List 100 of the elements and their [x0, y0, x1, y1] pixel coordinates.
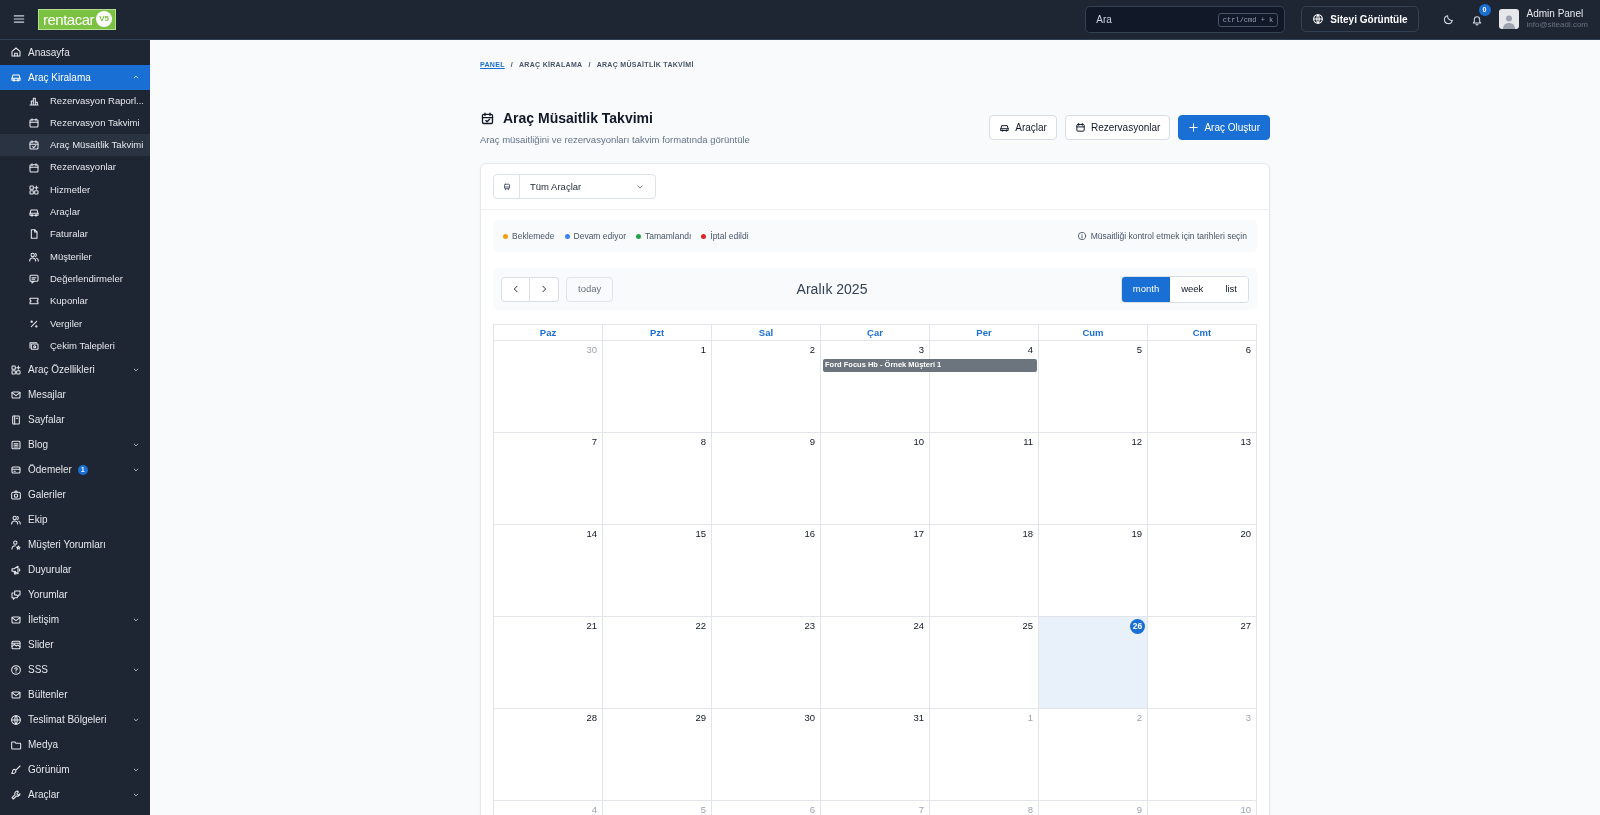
theme-toggle-button[interactable]	[1442, 13, 1455, 26]
sidebar-subitem[interactable]: Rezervasyon Takvimi	[0, 111, 150, 135]
sidebar-item[interactable]: Blog	[0, 432, 150, 458]
sidebar-subitem[interactable]: Değerlendirmeler	[0, 267, 150, 291]
today-button[interactable]: today	[566, 276, 614, 302]
sidebar-subitem[interactable]: Rezervasyonlar	[0, 156, 150, 179]
day-cell[interactable]: 29	[603, 709, 712, 802]
people-icon	[10, 513, 22, 526]
sidebar-item[interactable]: Araç Özellikleri	[0, 357, 150, 383]
day-cell[interactable]: 13	[1148, 433, 1257, 526]
day-number: 27	[1240, 620, 1251, 632]
action-button[interactable]: Araç Oluştur	[1178, 115, 1270, 141]
avatar[interactable]	[1498, 9, 1519, 30]
day-cell[interactable]: 18	[930, 525, 1039, 618]
sidebar-subitem[interactable]: Faturalar	[0, 223, 150, 246]
weekday-header: Per	[930, 324, 1039, 342]
bell-icon[interactable]	[1470, 14, 1483, 27]
chevron-icon	[132, 665, 140, 674]
sidebar-item[interactable]: Slider	[0, 632, 150, 658]
sidebar-item[interactable]: Yorumlar	[0, 582, 150, 608]
day-cell[interactable]: 16	[712, 525, 821, 618]
day-number: 6	[1245, 344, 1251, 356]
sidebar-item[interactable]: SSS	[0, 657, 150, 683]
day-number: 9	[1136, 804, 1142, 815]
help-icon	[10, 663, 22, 676]
day-cell[interactable]: 31	[821, 709, 930, 802]
sidebar-subitem[interactable]: Hizmetler	[0, 178, 150, 202]
calendar-icon	[28, 117, 40, 129]
file-icon	[28, 228, 40, 241]
sidebar-label: Ekip	[28, 513, 48, 528]
sidebar-item[interactable]: Mesajlar	[0, 382, 150, 408]
sidebar-subitem[interactable]: Araç Müsaitlik Takvimi	[0, 134, 150, 157]
select-value: Tüm Araçlar	[530, 179, 582, 194]
day-cell[interactable]: 12	[1039, 433, 1148, 526]
sidebar-label: Araçlar	[50, 205, 81, 220]
day-cell[interactable]: 2	[712, 341, 821, 434]
action-button[interactable]: Rezervasyonlar	[1064, 115, 1171, 141]
sidebar-subitem[interactable]: Vergiler	[0, 312, 150, 335]
bus-icon	[501, 181, 512, 192]
day-cell[interactable]: 17	[821, 525, 930, 618]
sidebar-subitem[interactable]: Kuponlar	[0, 290, 150, 313]
view-tab[interactable]: month	[1121, 276, 1171, 302]
sidebar-label: Medya	[28, 738, 58, 753]
day-cell[interactable]: 7	[494, 433, 603, 526]
action-button[interactable]: Araçlar	[989, 115, 1057, 141]
day-cell[interactable]: 26	[1039, 617, 1148, 710]
chevron-right-icon	[539, 284, 549, 295]
calendar-icon	[1074, 122, 1086, 134]
day-cell[interactable]: 24	[821, 617, 930, 710]
sidebar-item[interactable]: Galeriler	[0, 482, 150, 508]
day-cell[interactable]: 21	[494, 617, 603, 710]
day-cell[interactable]: 5	[1039, 341, 1148, 434]
day-cell[interactable]: 8	[603, 433, 712, 526]
sidebar-subitem[interactable]: Çekim Talepleri	[0, 334, 150, 358]
view-site-button[interactable]: Siteyi Görüntüle	[1301, 6, 1419, 33]
sidebar-item[interactable]: Müşteri Yorumları	[0, 532, 150, 558]
sidebar-label: Araçlar	[28, 788, 60, 803]
sidebar-subitem[interactable]: Rezervasyon Raporl...	[0, 89, 150, 112]
view-tab[interactable]: week	[1170, 276, 1215, 302]
chevron-icon	[132, 715, 140, 724]
day-number: 1	[1027, 712, 1033, 724]
day-cell[interactable]: 22	[603, 617, 712, 710]
sidebar-item[interactable]: İletişim	[0, 607, 150, 633]
day-cell[interactable]: 30	[712, 709, 821, 802]
day-cell[interactable]: 11	[930, 433, 1039, 526]
day-cell[interactable]: 14	[494, 525, 603, 618]
day-number: 13	[1240, 436, 1251, 448]
day-cell[interactable]: 27	[1148, 617, 1257, 710]
vehicle-select[interactable]: Tüm Araçlar	[493, 174, 656, 200]
day-cell[interactable]: 1	[603, 341, 712, 434]
sidebar-item[interactable]: Duyurular	[0, 557, 150, 583]
sidebar-item[interactable]: Araçlar	[0, 782, 150, 808]
sidebar-item[interactable]: Araç Kiralama	[0, 64, 150, 90]
view-tab[interactable]: list	[1214, 276, 1248, 302]
sidebar-item[interactable]: Görünüm	[0, 757, 150, 783]
sidebar-label: Slider	[28, 638, 54, 653]
day-number: 10	[913, 436, 924, 448]
day-number: 10	[1240, 804, 1251, 815]
chevron-icon	[132, 790, 140, 799]
day-cell[interactable]: 15	[603, 525, 712, 618]
sidebar-item[interactable]: Sayfalar	[0, 407, 150, 433]
day-cell[interactable]: 6	[1148, 341, 1257, 434]
day-cell[interactable]: 9	[712, 433, 821, 526]
sidebar-item[interactable]: Ekip	[0, 507, 150, 533]
day-number: 23	[804, 620, 815, 632]
sidebar-subitem[interactable]: Araçlar	[0, 201, 150, 224]
day-number: 16	[804, 528, 815, 540]
sidebar-subitem[interactable]: Müşteriler	[0, 245, 150, 268]
legend-label: Devam ediyor	[573, 229, 626, 243]
sidebar-label: Faturalar	[50, 227, 88, 242]
day-cell[interactable]: 23	[712, 617, 821, 710]
logo-badge: V5	[96, 11, 113, 28]
day-cell[interactable]: 20	[1148, 525, 1257, 618]
day-cell[interactable]: 10	[821, 433, 930, 526]
page-title: Araç Müsaitlik Takvimi	[503, 109, 653, 129]
sidebar-item[interactable]: Bültenler	[0, 682, 150, 708]
sidebar-item[interactable]: Medya	[0, 732, 150, 758]
sidebar-item[interactable]: Anasayfa	[0, 39, 150, 65]
day-cell[interactable]: 28	[494, 709, 603, 802]
sidebar-item[interactable]: Teslimat Bölgeleri	[0, 707, 150, 733]
